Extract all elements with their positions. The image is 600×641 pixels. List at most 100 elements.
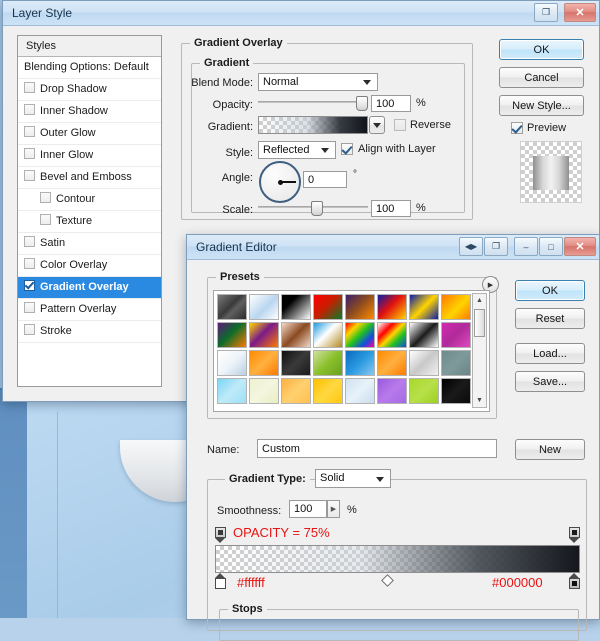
styles-item-pattern-overlay[interactable]: Pattern Overlay (18, 299, 161, 321)
reverse-checkbox[interactable] (394, 119, 406, 131)
angle-dial[interactable] (259, 161, 301, 203)
presets-swatch-panel[interactable]: ▲ ▼ (213, 290, 490, 412)
preset-swatch[interactable] (345, 378, 375, 404)
styles-item-blending-options[interactable]: Blending Options: Default (18, 57, 161, 79)
gradient-editor-titlebar[interactable]: Gradient Editor ◀▶ ❐ – □ ✕ (187, 235, 599, 260)
gradient-editor-load-button[interactable]: Load... (515, 343, 585, 364)
gradient-new-button[interactable]: New (515, 439, 585, 460)
styles-item-inner-shadow[interactable]: Inner Shadow (18, 101, 161, 123)
styles-item-checkbox[interactable] (24, 126, 35, 137)
preset-swatch[interactable] (281, 322, 311, 348)
preset-swatch[interactable] (377, 378, 407, 404)
styles-item-bevel-and-emboss[interactable]: Bevel and Emboss (18, 167, 161, 189)
styles-item-drop-shadow[interactable]: Drop Shadow (18, 79, 161, 101)
preset-swatch[interactable] (249, 378, 279, 404)
smoothness-input[interactable] (289, 500, 327, 518)
gradient-editor-reset-button[interactable]: Reset (515, 308, 585, 329)
gradient-editor-ok-button[interactable]: OK (515, 280, 585, 301)
collapse-icon[interactable]: ◀▶ (459, 237, 483, 256)
styles-item-checkbox[interactable] (24, 236, 35, 247)
opacity-input[interactable] (371, 95, 411, 112)
preview-checkbox[interactable] (511, 122, 523, 134)
styles-item-checkbox[interactable] (24, 148, 35, 159)
styles-item-checkbox[interactable] (24, 280, 35, 291)
gradient-swatch-preview[interactable] (258, 116, 368, 134)
preset-swatch[interactable] (345, 322, 375, 348)
styles-item-checkbox[interactable] (24, 82, 35, 93)
styles-item-gradient-overlay[interactable]: Gradient Overlay (18, 277, 161, 299)
preset-swatch[interactable] (441, 294, 471, 320)
preset-swatch[interactable] (249, 350, 279, 376)
preset-swatch[interactable] (249, 294, 279, 320)
styles-item-checkbox[interactable] (40, 192, 51, 203)
new-style-button[interactable]: New Style... (499, 95, 584, 116)
maximize-icon[interactable]: □ (539, 237, 563, 256)
styles-item-checkbox[interactable] (24, 324, 35, 335)
close-icon[interactable]: ✕ (564, 237, 596, 256)
styles-item-satin[interactable]: Satin (18, 233, 161, 255)
styles-list[interactable]: Styles Blending Options: Default Drop Sh… (17, 35, 162, 387)
styles-item-inner-glow[interactable]: Inner Glow (18, 145, 161, 167)
styles-item-color-overlay[interactable]: Color Overlay (18, 255, 161, 277)
preset-swatch[interactable] (377, 350, 407, 376)
preset-swatch[interactable] (313, 350, 343, 376)
preset-swatch[interactable] (377, 294, 407, 320)
preset-swatch[interactable] (313, 294, 343, 320)
styles-item-checkbox[interactable] (24, 258, 35, 269)
presets-scrollbar-thumb[interactable] (474, 309, 485, 337)
smoothness-stepper[interactable]: ▶ (327, 500, 340, 518)
styles-item-checkbox[interactable] (24, 302, 35, 313)
color-stop-right[interactable] (569, 573, 580, 589)
preset-swatch[interactable] (217, 294, 247, 320)
angle-input[interactable] (303, 171, 347, 188)
preset-swatch[interactable] (441, 378, 471, 404)
opacity-stop-right[interactable] (569, 527, 580, 543)
color-stop-left[interactable] (215, 573, 226, 589)
styles-item-checkbox[interactable] (40, 214, 51, 225)
style-select[interactable]: Reflected (258, 141, 336, 159)
preset-swatch[interactable] (345, 294, 375, 320)
layer-style-titlebar[interactable]: Layer Style ❐ ✕ (3, 1, 599, 26)
scale-input[interactable] (371, 200, 411, 217)
styles-item-texture[interactable]: Texture (18, 211, 161, 233)
restore-icon[interactable]: ❐ (534, 3, 558, 22)
blend-mode-select[interactable]: Normal (258, 73, 378, 91)
preset-swatch[interactable] (217, 378, 247, 404)
layer-style-ok-button[interactable]: OK (499, 39, 584, 60)
preset-swatch[interactable] (409, 350, 439, 376)
scroll-up-icon[interactable]: ▲ (473, 294, 486, 307)
dock-icon[interactable]: ❐ (484, 237, 508, 256)
styles-item-checkbox[interactable] (24, 104, 35, 115)
scale-slider-thumb[interactable] (311, 201, 323, 216)
styles-item-checkbox[interactable] (24, 170, 35, 181)
gradient-picker-dropdown[interactable] (369, 116, 385, 134)
scroll-down-icon[interactable]: ▼ (473, 394, 486, 407)
opacity-stop-left[interactable] (215, 527, 226, 543)
gradient-editing-bar[interactable] (215, 545, 580, 573)
gradient-name-input[interactable] (257, 439, 497, 458)
styles-item-outer-glow[interactable]: Outer Glow (18, 123, 161, 145)
layer-style-cancel-button[interactable]: Cancel (499, 67, 584, 88)
preset-swatch[interactable] (281, 350, 311, 376)
preset-swatch[interactable] (409, 378, 439, 404)
preset-swatch[interactable] (217, 322, 247, 348)
preset-swatch[interactable] (281, 294, 311, 320)
align-with-layer-checkbox[interactable] (341, 143, 353, 155)
preset-swatch[interactable] (345, 350, 375, 376)
preset-swatch[interactable] (441, 350, 471, 376)
styles-item-contour[interactable]: Contour (18, 189, 161, 211)
preset-swatch[interactable] (217, 350, 247, 376)
close-icon[interactable]: ✕ (564, 3, 596, 22)
styles-item-stroke[interactable]: Stroke (18, 321, 161, 343)
gradient-type-select[interactable]: Solid (315, 469, 391, 488)
preset-swatch[interactable] (313, 322, 343, 348)
preset-swatch[interactable] (281, 378, 311, 404)
preset-swatch[interactable] (377, 322, 407, 348)
presets-scrollbar[interactable]: ▲ ▼ (472, 293, 487, 408)
minimize-icon[interactable]: – (514, 237, 538, 256)
preset-swatch[interactable] (249, 322, 279, 348)
preset-swatch[interactable] (313, 378, 343, 404)
gradient-editor-save-button[interactable]: Save... (515, 371, 585, 392)
scale-slider[interactable] (258, 201, 368, 216)
opacity-slider-thumb[interactable] (356, 96, 368, 111)
